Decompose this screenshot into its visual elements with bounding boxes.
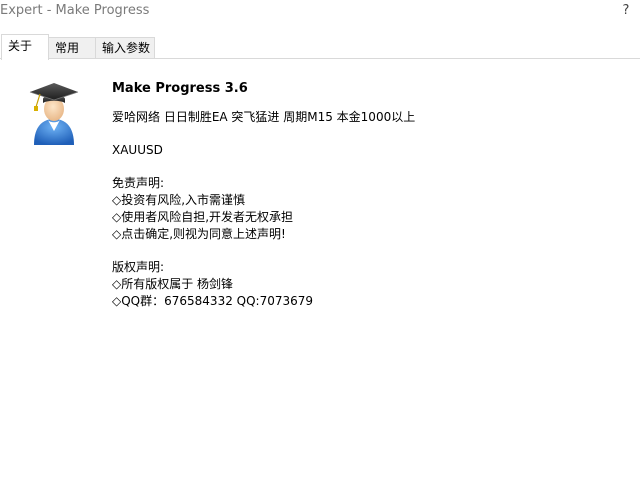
tab-common[interactable]: 常用 <box>48 37 96 59</box>
ea-symbol: XAUUSD <box>112 143 163 157</box>
title-bar: Expert - Make Progress ? <box>0 0 640 24</box>
copyright-line: ◇所有版权属于 杨剑锋 <box>112 277 234 291</box>
copyright-heading: 版权声明: <box>112 260 165 274</box>
help-button[interactable]: ? <box>619 2 633 20</box>
window-title: Expert - Make Progress <box>0 3 150 18</box>
graduate-user-icon <box>29 83 79 145</box>
disclaimer-line: ◇点击确定,则视为同意上述声明! <box>112 227 286 241</box>
ea-name-version: Make Progress 3.6 <box>112 81 248 96</box>
about-panel: Make Progress 3.6 爱哈网络 日日制胜EA 突飞猛进 周期M15… <box>0 59 640 480</box>
ea-description: 爱哈网络 日日制胜EA 突飞猛进 周期M15 本金1000以上 <box>112 110 416 124</box>
about-info: Make Progress 3.6 爱哈网络 日日制胜EA 突飞猛进 周期M15… <box>112 79 612 310</box>
expert-properties-window: Expert - Make Progress ? 关于 常用 输入参数 Make… <box>0 0 640 480</box>
tab-inputs[interactable]: 输入参数 <box>95 37 155 59</box>
disclaimer-line: ◇使用者风险自担,开发者无权承担 <box>112 210 294 224</box>
copyright-line: ◇QQ群：676584332 QQ:7073679 <box>112 294 314 308</box>
tab-about[interactable]: 关于 <box>1 34 49 60</box>
tab-strip: 关于 常用 输入参数 <box>0 34 640 60</box>
disclaimer-heading: 免责声明: <box>112 176 165 190</box>
disclaimer-line: ◇投资有风险,入市需谨慎 <box>112 193 246 207</box>
